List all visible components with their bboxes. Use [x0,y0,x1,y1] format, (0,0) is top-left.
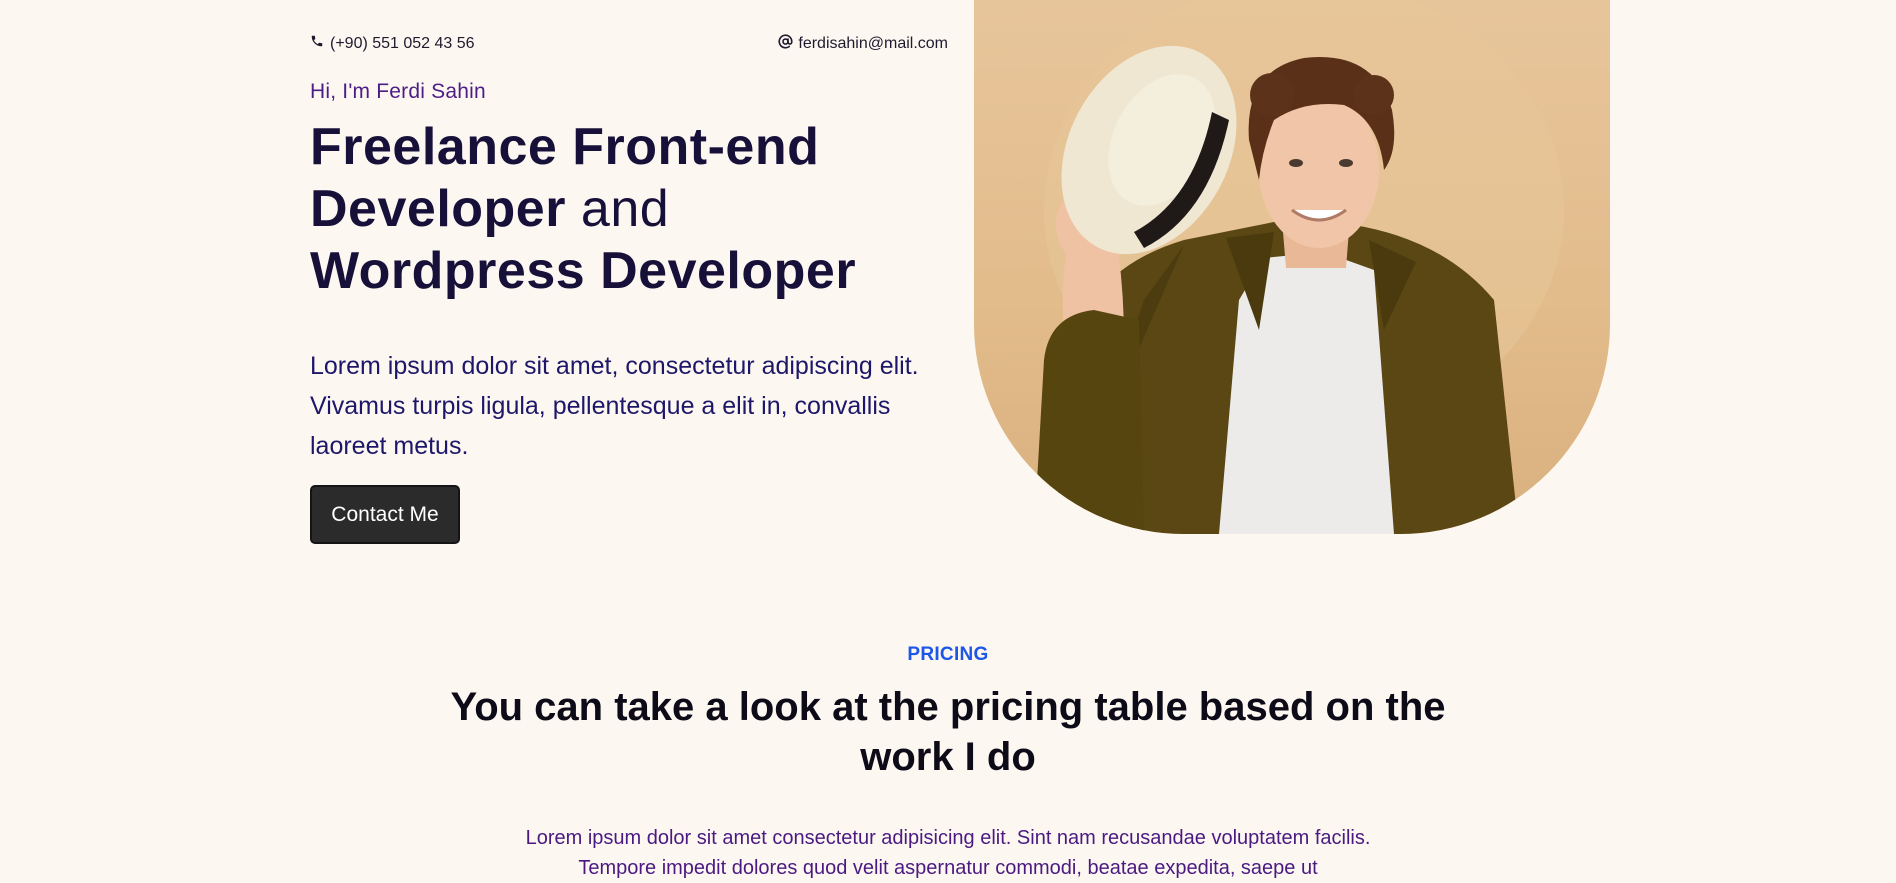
hero-headline: Freelance Front-end Developer and Wordpr… [310,116,930,302]
hero-photo [974,0,1610,534]
at-sign-icon [778,34,793,54]
portrait-illustration [1034,0,1564,534]
phone-icon [310,34,324,53]
pricing-label: PRICING [907,644,989,665]
email-address: ferdisahin@mail.com [798,35,948,52]
phone-number: (+90) 551 052 43 56 [330,34,475,52]
contact-me-button[interactable]: Contact Me [310,485,460,544]
email-link[interactable]: ferdisahin@mail.com [778,34,948,54]
greeting: Hi, I'm Ferdi Sahin [310,80,486,103]
headline-bold-1: Freelance Front-end Developer [310,118,820,238]
pricing-description: Lorem ipsum dolor sit amet consectetur a… [525,827,1371,879]
headline-bold-2: Wordpress Developer [310,242,857,300]
hero-intro: Lorem ipsum dolor sit amet, consectetur … [310,352,919,460]
contact-bar: (+90) 551 052 43 56 ferdisahin@mail.com [310,34,948,56]
headline-light: and [580,180,670,238]
pricing-title: You can take a look at the pricing table… [450,685,1446,779]
phone-link[interactable]: (+90) 551 052 43 56 [310,34,475,53]
hero-section: (+90) 551 052 43 56 ferdisahin@mail.com … [0,0,1896,560]
